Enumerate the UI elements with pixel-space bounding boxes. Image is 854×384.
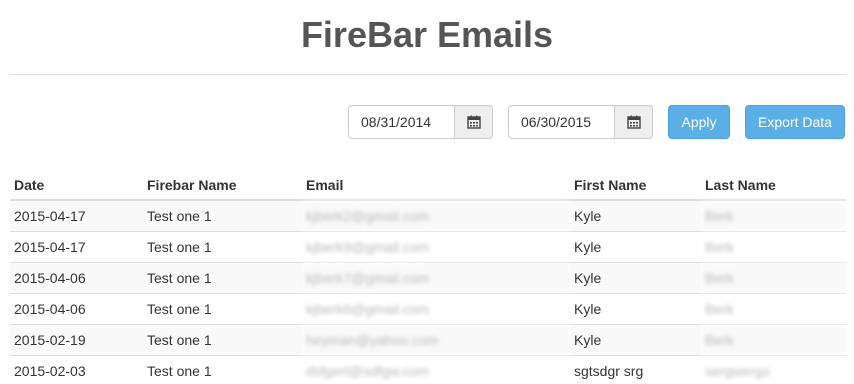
title-divider xyxy=(10,74,846,75)
table-row: 2015-02-19 Test one 1 heyman@yahoo.com K… xyxy=(10,323,846,355)
cell-firebar-name: Test one 1 xyxy=(143,354,302,384)
start-date-input[interactable] xyxy=(348,105,454,139)
cell-email: kjberk9@gmail.com xyxy=(302,230,570,262)
cell-email: dsfgert@sdfgw.com xyxy=(302,354,570,384)
cell-last-name: Berk xyxy=(701,323,846,355)
start-date-calendar-button[interactable] xyxy=(454,105,493,139)
end-date-input[interactable] xyxy=(508,105,614,139)
end-date-calendar-button[interactable] xyxy=(614,105,653,139)
cell-first-name: Kyle xyxy=(570,261,701,293)
end-date-picker xyxy=(508,105,653,139)
column-header-date[interactable]: Date xyxy=(10,167,143,201)
cell-last-name: Berk xyxy=(701,230,846,262)
cell-last-name: Berk xyxy=(701,292,846,324)
cell-email: kjberk2@gmail.com xyxy=(302,199,570,231)
cell-date: 2015-04-06 xyxy=(10,292,143,324)
calendar-icon xyxy=(466,115,481,129)
cell-email: kjberk6@gmail.com xyxy=(302,292,570,324)
emails-table: Date Firebar Name Email First Name Last … xyxy=(10,167,846,384)
start-date-picker xyxy=(348,105,493,139)
cell-first-name: Kyle xyxy=(570,199,701,231)
page-title: FireBar Emails xyxy=(300,14,554,55)
cell-firebar-name: Test one 1 xyxy=(143,292,302,324)
cell-date: 2015-04-17 xyxy=(10,230,143,262)
export-data-button[interactable]: Export Data xyxy=(745,105,845,139)
cell-last-name: Berk xyxy=(701,199,846,231)
column-header-email[interactable]: Email xyxy=(302,167,570,201)
cell-date: 2015-02-19 xyxy=(10,323,143,355)
apply-button[interactable]: Apply xyxy=(668,105,730,139)
cell-date: 2015-04-06 xyxy=(10,261,143,293)
cell-date: 2015-04-17 xyxy=(10,199,143,231)
table-row: 2015-04-17 Test one 1 kjberk9@gmail.com … xyxy=(10,230,846,262)
cell-firebar-name: Test one 1 xyxy=(143,261,302,293)
table-row: 2015-04-17 Test one 1 kjberk2@gmail.com … xyxy=(10,199,846,231)
cell-first-name: Kyle xyxy=(570,230,701,262)
cell-email: kjberk7@gmail.com xyxy=(302,261,570,293)
cell-first-name: Kyle xyxy=(570,292,701,324)
cell-email: heyman@yahoo.com xyxy=(302,323,570,355)
cell-last-name: Berk xyxy=(701,261,846,293)
calendar-icon xyxy=(626,115,641,129)
cell-firebar-name: Test one 1 xyxy=(143,230,302,262)
table-row: 2015-04-06 Test one 1 kjberk7@gmail.com … xyxy=(10,261,846,293)
cell-firebar-name: Test one 1 xyxy=(143,199,302,231)
cell-first-name: sgtsdgr srg xyxy=(570,354,701,384)
column-header-last-name[interactable]: Last Name xyxy=(701,167,846,201)
column-header-firebar-name[interactable]: Firebar Name xyxy=(143,167,302,201)
cell-last-name: sergwergs xyxy=(701,354,846,384)
table-row: 2015-04-06 Test one 1 kjberk6@gmail.com … xyxy=(10,292,846,324)
cell-first-name: Kyle xyxy=(570,323,701,355)
table-row: 2015-02-03 Test one 1 dsfgert@sdfgw.com … xyxy=(10,354,846,384)
cell-date: 2015-02-03 xyxy=(10,354,143,384)
table-header-row: Date Firebar Name Email First Name Last … xyxy=(10,167,846,201)
column-header-first-name[interactable]: First Name xyxy=(570,167,701,201)
cell-firebar-name: Test one 1 xyxy=(143,323,302,355)
